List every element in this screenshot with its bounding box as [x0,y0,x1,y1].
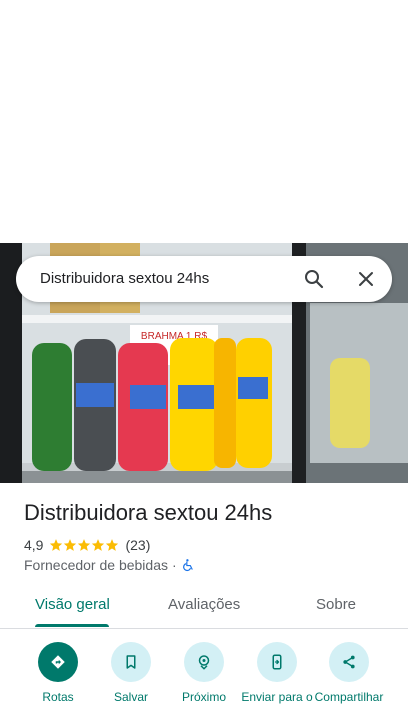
directions-icon [38,642,78,682]
directions-label: Rotas [42,690,74,704]
search-input[interactable]: Distribuidora sextou 24hs [40,270,209,287]
rating-stars [49,538,119,552]
send-to-phone-button[interactable]: Enviar para o [241,642,313,704]
nearby-icon [184,642,224,682]
category-row: Fornecedor de bebidas · [24,556,195,574]
review-count: (23) [125,537,151,553]
send-to-phone-icon [257,642,297,682]
directions-button[interactable]: Rotas [22,642,94,704]
tab-bar: Visão geral Avaliações Sobre [0,584,408,629]
save-button[interactable]: Salvar [95,642,167,704]
nearby-label: Próximo [181,690,226,704]
place-title: Distribuidora sextou 24hs [24,500,273,525]
star-icon [64,539,77,551]
share-button[interactable]: Compartilhar [313,642,385,704]
share-icon [329,642,369,682]
star-icon [78,539,91,551]
search-bar[interactable]: Distribuidora sextou 24hs [16,256,392,302]
tab-reviews[interactable]: Avaliações [168,596,240,613]
send-to-phone-label: Enviar para o [241,690,313,704]
rating-value: 4,9 [24,537,44,553]
share-label: Compartilhar [314,690,384,704]
close-icon[interactable] [354,267,378,291]
star-icon [50,539,63,551]
active-tab-indicator [35,624,109,627]
wheelchair-icon [182,559,193,572]
tab-about[interactable]: Sobre [316,596,356,613]
separator-dot: · [172,557,177,573]
rating-row[interactable]: 4,9 (23) [24,536,150,554]
save-label: Salvar [113,690,148,704]
star-icon [106,539,119,551]
nearby-button[interactable]: Próximo [168,642,240,704]
tab-overview[interactable]: Visão geral [35,596,110,613]
star-icon [92,539,105,551]
place-category: Fornecedor de bebidas [24,557,168,573]
bookmark-icon [111,642,151,682]
search-icon[interactable] [302,267,326,291]
